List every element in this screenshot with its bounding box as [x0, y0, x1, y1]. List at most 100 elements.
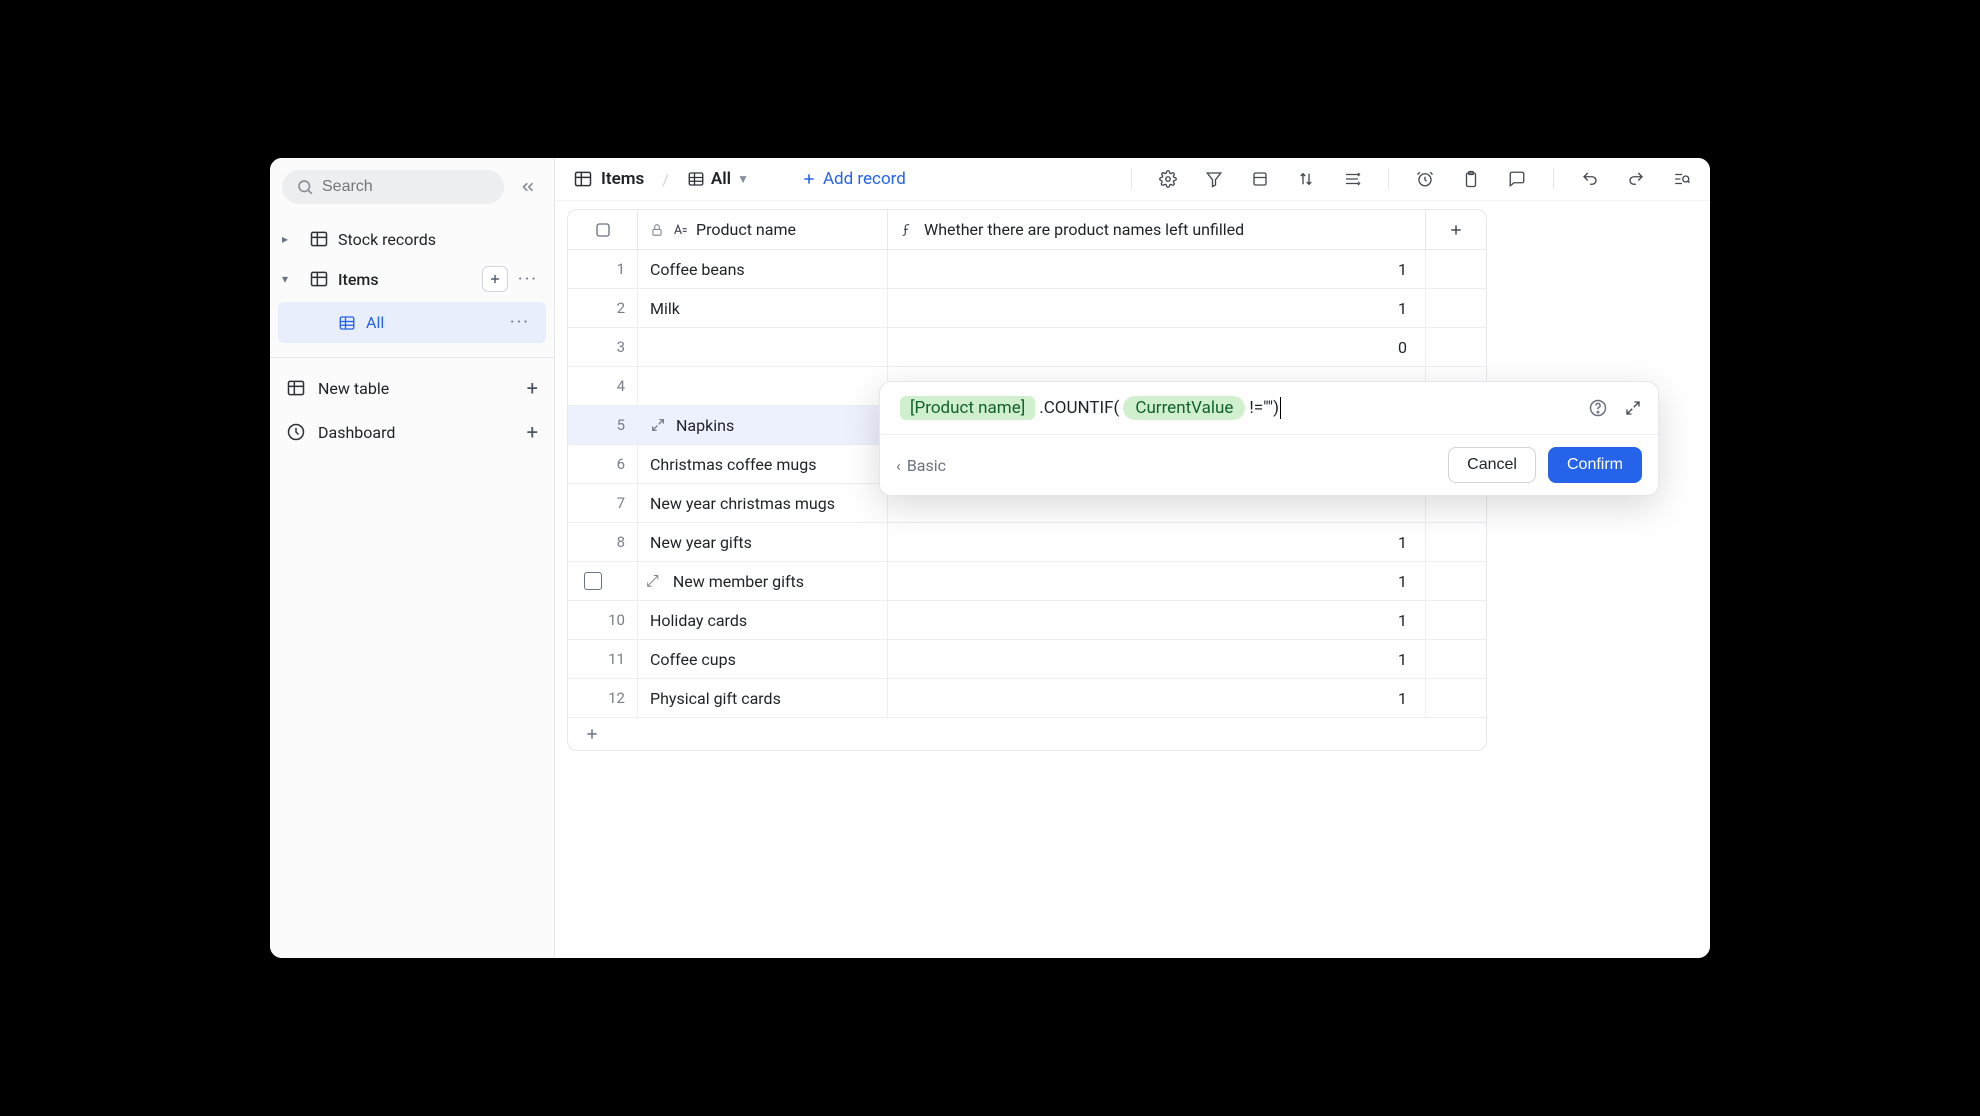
formula-cell[interactable]: 1 — [888, 640, 1426, 678]
clipboard-icon[interactable] — [1461, 169, 1481, 189]
table-row[interactable]: 9New member gifts1 — [568, 562, 1486, 601]
filter-icon[interactable] — [1204, 169, 1224, 189]
sidebar-table-items[interactable]: ▾ Items ··· — [270, 258, 554, 300]
field-reference-chip[interactable]: [Product name] — [900, 396, 1035, 420]
add-row-button[interactable] — [568, 718, 1486, 750]
redo-icon[interactable] — [1626, 169, 1646, 189]
sidebar-view-all[interactable]: All ··· — [278, 302, 546, 343]
dashboard-label: Dashboard — [318, 423, 395, 442]
formula-cell[interactable]: 1 — [888, 601, 1426, 639]
text-cursor — [1280, 397, 1281, 419]
divider — [1553, 168, 1554, 190]
row-index-cell[interactable]: 8 — [568, 523, 638, 561]
product-name-cell[interactable]: New year christmas mugs — [638, 484, 888, 522]
cancel-button[interactable]: Cancel — [1448, 447, 1536, 483]
product-name-cell[interactable] — [638, 367, 888, 405]
back-to-basic-button[interactable]: ‹ Basic — [896, 456, 946, 475]
formula-editor-popup: [Product name] .COUNTIF( CurrentValue !=… — [879, 381, 1659, 496]
formula-cell[interactable]: 1 — [888, 289, 1426, 327]
settings-icon[interactable] — [1158, 169, 1178, 189]
add-column-button[interactable] — [1426, 210, 1486, 249]
product-name-cell[interactable]: Christmas coffee mugs — [638, 445, 888, 483]
table-row[interactable]: 10Holiday cards1 — [568, 601, 1486, 640]
table-icon — [308, 268, 330, 290]
row-index-cell[interactable]: 1 — [568, 250, 638, 288]
row-index-cell[interactable]: 2 — [568, 289, 638, 327]
row-index-cell[interactable]: 10 — [568, 601, 638, 639]
collapse-sidebar-button[interactable] — [514, 173, 542, 201]
table-row[interactable]: 30 — [568, 328, 1486, 367]
add-view-button[interactable] — [482, 266, 508, 292]
table-row[interactable]: 12Physical gift cards1 — [568, 679, 1486, 718]
product-name-cell[interactable]: Milk — [638, 289, 888, 327]
cell-value: 1 — [1398, 650, 1407, 669]
plus-icon: + — [527, 420, 538, 444]
row-index-cell[interactable]: 12 — [568, 679, 638, 717]
expand-record-icon[interactable] — [650, 417, 666, 433]
search-input[interactable] — [322, 178, 490, 196]
empty-cell — [1426, 523, 1486, 561]
grid-container: Product name Whether there are product n… — [555, 201, 1710, 958]
product-name-cell[interactable]: Napkins — [638, 406, 888, 444]
view-options-button[interactable]: ··· — [506, 310, 534, 335]
formula-cell[interactable]: 1 — [888, 679, 1426, 717]
table-row[interactable]: 2Milk1 — [568, 289, 1486, 328]
column-header-formula[interactable]: Whether there are product names left unf… — [888, 210, 1426, 249]
find-icon[interactable] — [1672, 169, 1692, 189]
search-box[interactable] — [282, 170, 504, 204]
row-index-cell[interactable]: 9 — [568, 562, 638, 600]
formula-cell[interactable]: 1 — [888, 250, 1426, 288]
formula-cell[interactable]: 0 — [888, 328, 1426, 366]
cell-value: New year gifts — [650, 533, 752, 552]
breadcrumb-view[interactable]: All ▼ — [687, 169, 749, 189]
breadcrumb-view-label: All — [711, 169, 731, 189]
row-index-cell[interactable]: 7 — [568, 484, 638, 522]
help-icon[interactable] — [1588, 398, 1608, 418]
sidebar-view-label: All — [366, 313, 384, 332]
undo-icon[interactable] — [1580, 169, 1600, 189]
product-name-cell[interactable]: New member gifts — [638, 562, 888, 600]
grid-view-icon — [687, 170, 705, 188]
empty-cell — [1426, 289, 1486, 327]
row-index-cell[interactable]: 11 — [568, 640, 638, 678]
confirm-button[interactable]: Confirm — [1548, 447, 1642, 483]
sort-icon[interactable] — [1296, 169, 1316, 189]
product-name-cell[interactable] — [638, 328, 888, 366]
formula-input[interactable]: [Product name] .COUNTIF( CurrentValue !=… — [880, 382, 1658, 434]
formula-cell[interactable]: 1 — [888, 562, 1426, 600]
select-all-header[interactable] — [568, 210, 638, 249]
product-name-cell[interactable]: Coffee beans — [638, 250, 888, 288]
cell-value: Coffee beans — [650, 260, 745, 279]
add-record-button[interactable]: Add record — [801, 169, 906, 189]
group-icon[interactable] — [1250, 169, 1270, 189]
row-index-cell[interactable]: 5 — [568, 406, 638, 444]
product-name-cell[interactable]: Coffee cups — [638, 640, 888, 678]
row-index-cell[interactable]: 3 — [568, 328, 638, 366]
table-row[interactable]: 11Coffee cups 1 — [568, 640, 1486, 679]
column-label: Whether there are product names left unf… — [924, 220, 1244, 239]
search-icon — [296, 178, 314, 196]
product-name-cell[interactable]: Physical gift cards — [638, 679, 888, 717]
product-name-cell[interactable]: New year gifts — [638, 523, 888, 561]
table-row[interactable]: 1 Coffee beans 1 — [568, 250, 1486, 289]
breadcrumb-table-label: Items — [601, 169, 644, 189]
dashboard-button[interactable]: Dashboard + — [270, 410, 554, 454]
row-height-icon[interactable] — [1342, 169, 1362, 189]
comment-icon[interactable] — [1507, 169, 1527, 189]
row-index-cell[interactable]: 6 — [568, 445, 638, 483]
formula-text: .COUNTIF( — [1039, 398, 1119, 418]
plus-icon: + — [527, 376, 538, 400]
column-header-product-name[interactable]: Product name — [638, 210, 888, 249]
row-index-cell[interactable]: 4 — [568, 367, 638, 405]
new-table-button[interactable]: New table + — [270, 366, 554, 410]
current-value-chip[interactable]: CurrentValue — [1123, 396, 1245, 420]
product-name-cell[interactable]: Holiday cards — [638, 601, 888, 639]
breadcrumb-table[interactable]: Items — [573, 169, 644, 189]
expand-icon[interactable] — [1624, 399, 1642, 417]
table-row[interactable]: 8 New year gifts 1 — [568, 523, 1486, 562]
sidebar-table-stock-records[interactable]: ▸ Stock records — [270, 220, 554, 258]
chevron-left-icon: ‹ — [896, 456, 901, 475]
reminder-icon[interactable] — [1415, 169, 1435, 189]
formula-cell[interactable]: 1 — [888, 523, 1426, 561]
table-options-button[interactable]: ··· — [514, 267, 542, 292]
